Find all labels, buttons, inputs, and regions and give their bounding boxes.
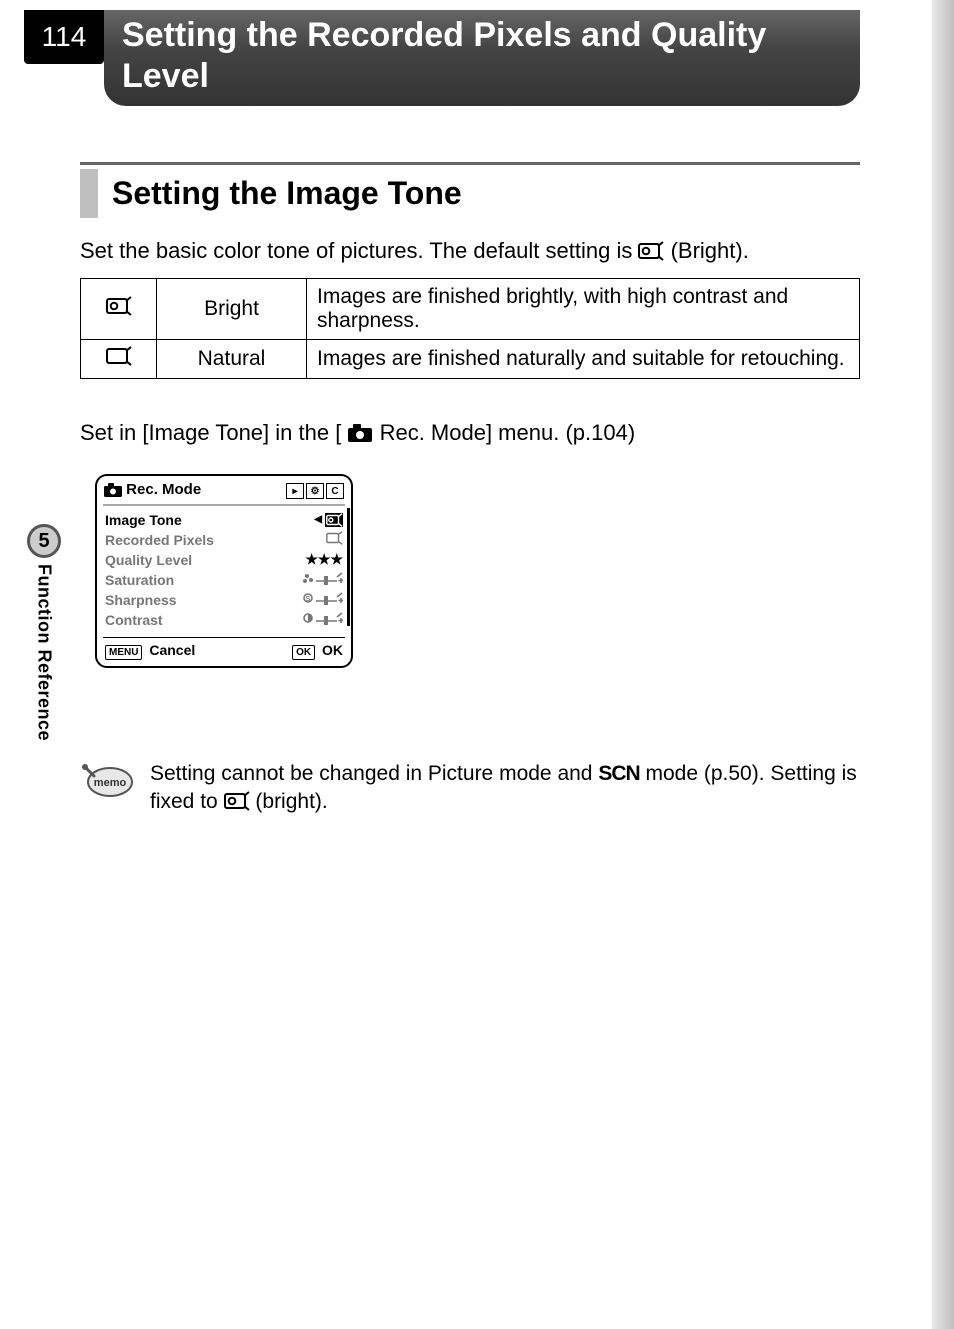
memo-part1: Setting cannot be changed in Picture mod… — [150, 762, 598, 785]
table-row: Natural Images are finished naturally an… — [81, 340, 860, 379]
scn-mode-icon: SCN — [598, 762, 639, 785]
slider-saturation-icon — [303, 571, 343, 588]
menu-item-value: ◀ — [314, 513, 343, 527]
settings-tab-icon: ⚙ — [306, 483, 324, 499]
natural-tone-icon-cell — [81, 340, 157, 379]
menu-item-value: ★★★ — [305, 551, 343, 568]
menu-item-quality-level: Quality Level ★★★ — [105, 550, 343, 570]
left-triangle-icon: ◀ — [314, 514, 322, 525]
menu-footer-right-text: OK — [322, 642, 343, 658]
camera-icon — [347, 423, 373, 449]
section-heading: Setting the Image Tone — [80, 162, 860, 218]
chapter-label: Function Reference — [34, 564, 55, 741]
menu-tab-icons: ▸ ⚙ C — [286, 483, 344, 499]
table-row: Bright Images are finished brightly, wit… — [81, 279, 860, 340]
memo-icon: memo — [80, 760, 136, 800]
camera-menu-screenshot: Rec. Mode ▸ ⚙ C Image Tone ◀ Recorded Pi… — [95, 474, 353, 668]
intro-text-before: Set the basic color tone of pictures. Th… — [80, 238, 638, 263]
intro-paragraph: Set the basic color tone of pictures. Th… — [80, 236, 860, 269]
page-number: 114 — [24, 10, 104, 64]
row-description: Images are finished brightly, with high … — [307, 279, 860, 340]
playback-tab-icon: ▸ — [286, 483, 304, 499]
bright-tone-icon — [224, 791, 250, 819]
row-label: Bright — [157, 279, 307, 340]
menu-item-saturation: Saturation — [105, 570, 343, 590]
custom-tab-icon: C — [326, 483, 344, 499]
page-number-value: 114 — [42, 21, 87, 53]
setin-paragraph: Set in [Image Tone] in the [ Rec. Mode] … — [80, 420, 860, 449]
menu-key-icon: MENU — [105, 645, 142, 660]
menu-item-sharpness: Sharpness S — [105, 590, 343, 610]
menu-header: Rec. Mode ▸ ⚙ C — [97, 476, 351, 504]
memo-note: memo Setting cannot be changed in Pictur… — [80, 760, 860, 820]
menu-item-label: Quality Level — [105, 552, 192, 568]
menu-item-recorded-pixels: Recorded Pixels — [105, 530, 343, 550]
menu-item-label: Sharpness — [105, 592, 177, 608]
section-heading-text: Setting the Image Tone — [80, 169, 860, 218]
tone-option-table: Bright Images are finished brightly, wit… — [80, 278, 860, 379]
bright-tone-icon-cell — [81, 279, 157, 340]
camera-icon — [104, 483, 122, 501]
row-description: Images are finished naturally and suitab… — [307, 340, 860, 379]
svg-text:S: S — [306, 596, 311, 603]
setin-before: Set in [Image Tone] in the [ — [80, 420, 341, 445]
chapter-title-text: Setting the Recorded Pixels and Quality … — [122, 15, 842, 97]
chapter-number: 5 — [38, 530, 49, 553]
ok-key-icon: OK — [292, 645, 315, 660]
slider-contrast-icon — [303, 611, 343, 628]
menu-item-label: Recorded Pixels — [105, 532, 214, 548]
setin-after: Rec. Mode] menu. (p.104) — [380, 420, 636, 445]
menu-item-value — [325, 531, 343, 548]
memo-part3: (bright). — [255, 790, 327, 813]
slider-sharpness-icon: S — [303, 591, 343, 608]
svg-text:memo: memo — [94, 777, 127, 789]
page-right-shade — [932, 0, 954, 1329]
menu-header-text: Rec. Mode — [126, 481, 201, 498]
menu-item-label: Saturation — [105, 572, 174, 588]
chapter-title-banner: Setting the Recorded Pixels and Quality … — [104, 10, 860, 106]
menu-item-contrast: Contrast — [105, 610, 343, 630]
intro-text-after: (Bright). — [671, 238, 749, 263]
menu-footer-right: OK OK — [292, 642, 343, 660]
menu-item-image-tone: Image Tone ◀ — [105, 510, 343, 530]
menu-scrollbar — [345, 508, 350, 626]
row-label: Natural — [157, 340, 307, 379]
menu-footer-left-text: Cancel — [149, 642, 195, 658]
menu-footer-left: MENU Cancel — [105, 642, 195, 660]
side-chapter-tab: 5 Function Reference — [24, 524, 64, 814]
menu-body: Image Tone ◀ Recorded Pixels — [97, 506, 351, 635]
menu-item-label: Image Tone — [105, 512, 182, 528]
menu-footer: MENU Cancel OK OK — [97, 638, 351, 666]
menu-item-label: Contrast — [105, 612, 163, 628]
memo-text: Setting cannot be changed in Picture mod… — [150, 760, 860, 820]
chapter-number-badge: 5 — [27, 524, 61, 558]
bright-tone-icon — [638, 239, 664, 269]
